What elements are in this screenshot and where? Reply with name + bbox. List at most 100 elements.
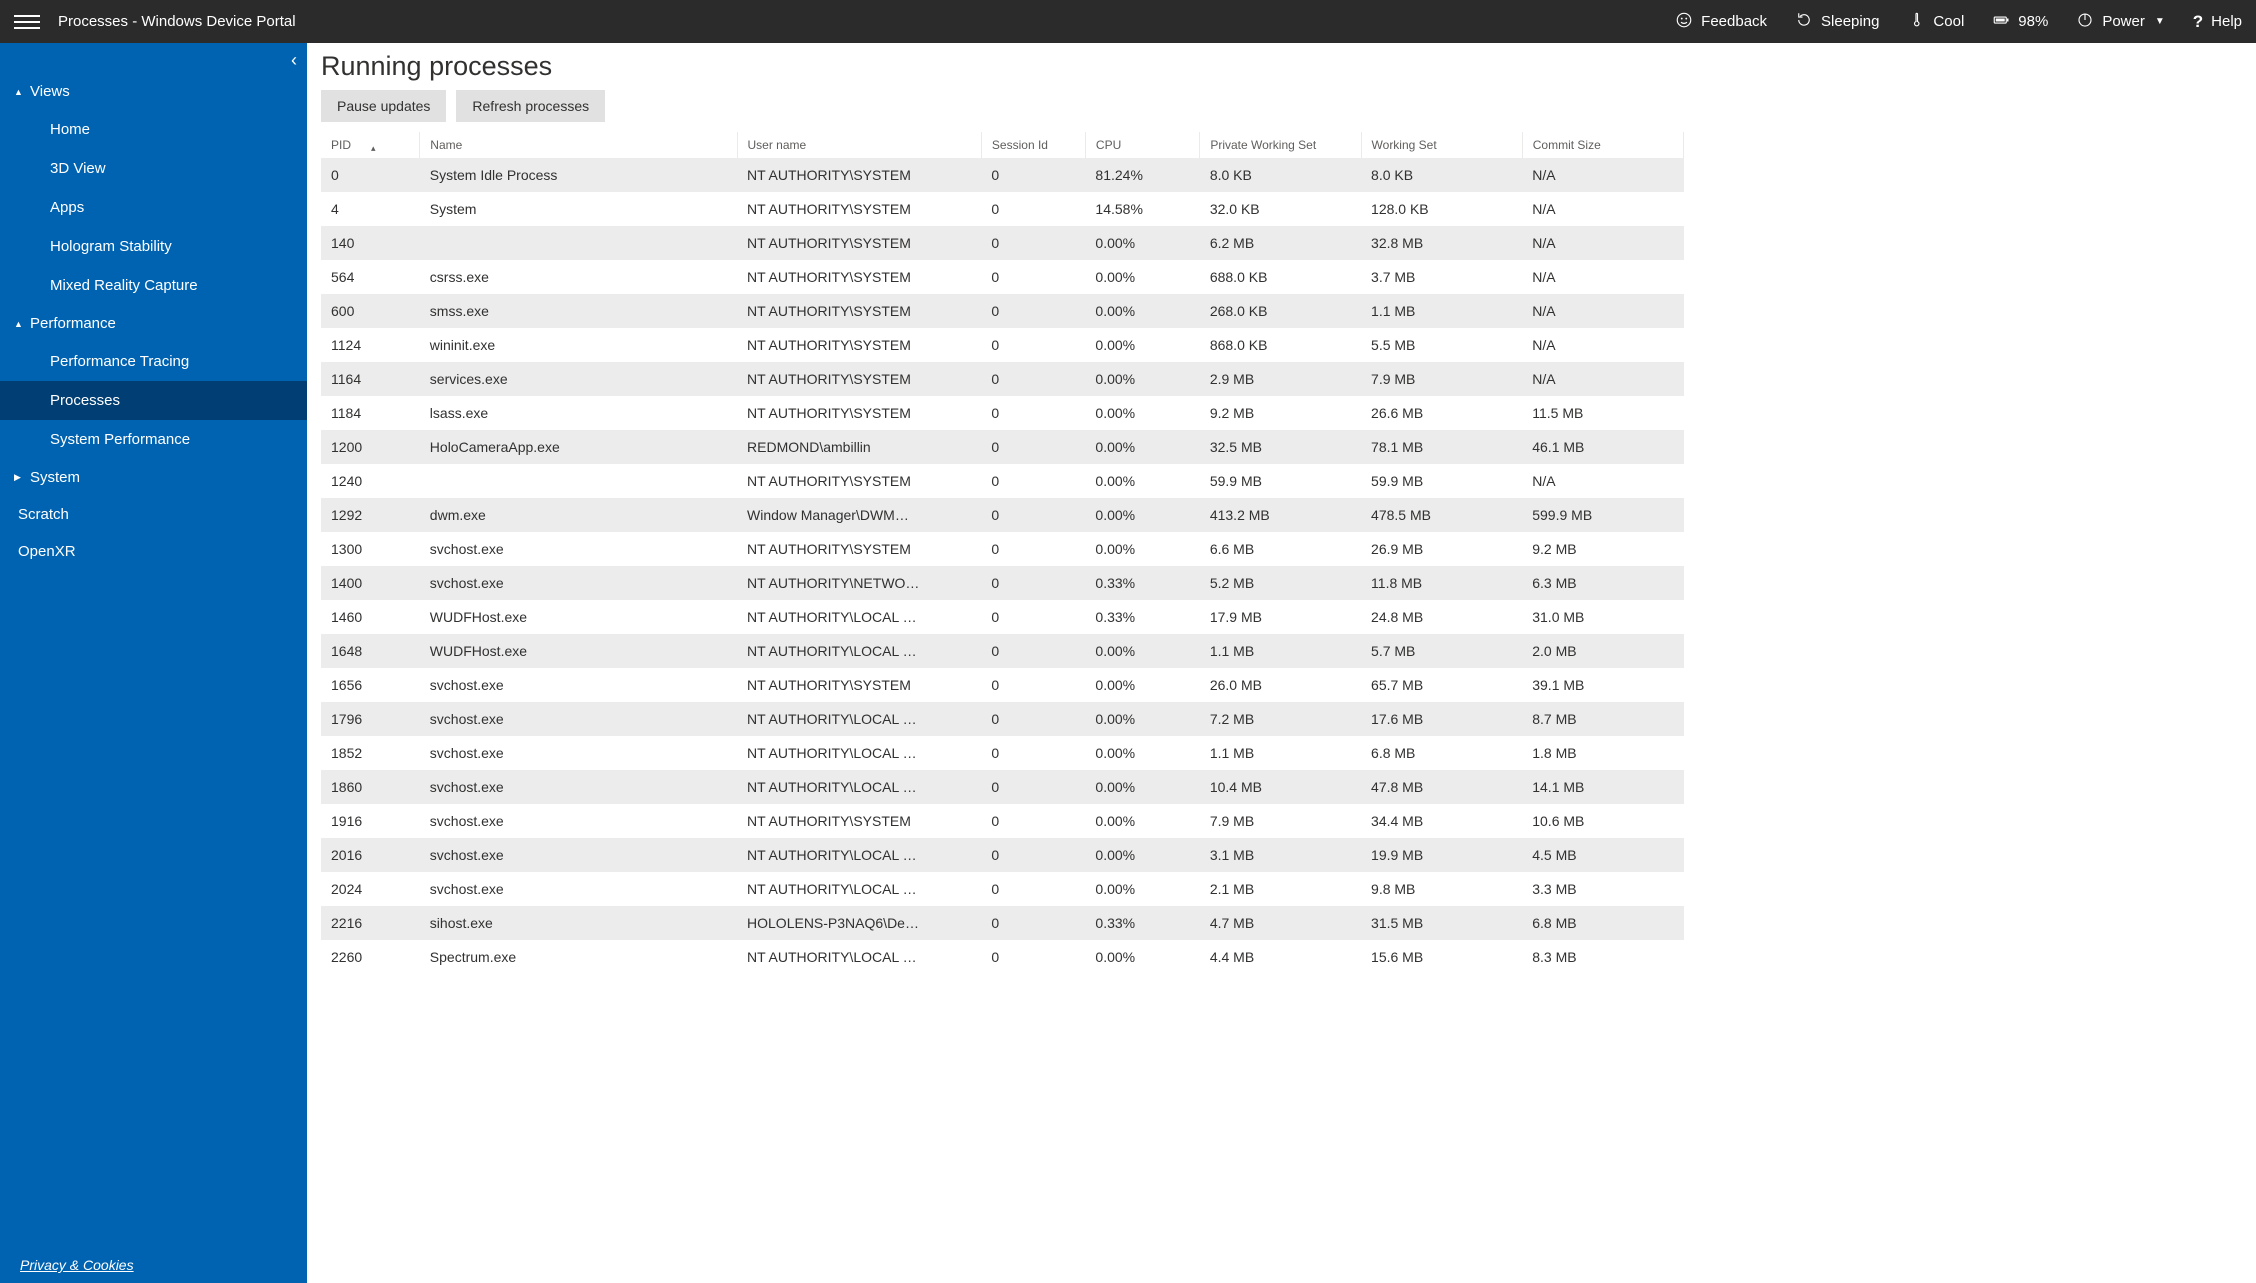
cell-pid: 1300 xyxy=(321,532,420,566)
sidebar-item-performance-tracing[interactable]: Performance Tracing xyxy=(0,342,307,381)
cell-pws: 9.2 MB xyxy=(1200,396,1361,430)
table-row[interactable]: 1648WUDFHost.exeNT AUTHORITY\LOCAL …00.0… xyxy=(321,634,1684,668)
nav-group-views[interactable]: ▲Views xyxy=(0,73,307,110)
cell-user: NT AUTHORITY\LOCAL … xyxy=(737,770,981,804)
cell-ws: 26.9 MB xyxy=(1361,532,1522,566)
cell-pws: 10.4 MB xyxy=(1200,770,1361,804)
battery-label: 98% xyxy=(2018,13,2048,30)
privacy-cookies-link[interactable]: Privacy & Cookies xyxy=(0,1247,307,1283)
cell-name: sihost.exe xyxy=(420,906,737,940)
table-row[interactable]: 1916svchost.exeNT AUTHORITY\SYSTEM00.00%… xyxy=(321,804,1684,838)
cell-name: svchost.exe xyxy=(420,770,737,804)
table-row[interactable]: 2016svchost.exeNT AUTHORITY\LOCAL …00.00… xyxy=(321,838,1684,872)
nav-group-performance[interactable]: ▲Performance xyxy=(0,305,307,342)
table-row[interactable]: 1184lsass.exeNT AUTHORITY\SYSTEM00.00%9.… xyxy=(321,396,1684,430)
nav-group-label: System xyxy=(30,469,80,486)
table-row[interactable]: 1292dwm.exeWindow Manager\DWM…00.00%413.… xyxy=(321,498,1684,532)
refresh-processes-button[interactable]: Refresh processes xyxy=(456,90,605,122)
process-table-scroll[interactable]: PIDNameUser nameSession IdCPUPrivate Wor… xyxy=(321,132,2256,1283)
sidebar-item-openxr[interactable]: OpenXR xyxy=(0,533,307,570)
cell-ws: 15.6 MB xyxy=(1361,940,1522,974)
triangle-down-icon: ▲ xyxy=(14,319,26,329)
column-header-working-set[interactable]: Working Set xyxy=(1361,132,1522,158)
column-header-session-id[interactable]: Session Id xyxy=(981,132,1085,158)
table-row[interactable]: 1852svchost.exeNT AUTHORITY\LOCAL …00.00… xyxy=(321,736,1684,770)
sidebar-item-3d-view[interactable]: 3D View xyxy=(0,149,307,188)
sidebar-item-apps[interactable]: Apps xyxy=(0,188,307,227)
power-icon xyxy=(2076,11,2094,33)
feedback-button[interactable]: Feedback xyxy=(1675,11,1767,33)
column-header-private-working-set[interactable]: Private Working Set xyxy=(1200,132,1361,158)
cell-commit: 2.0 MB xyxy=(1522,634,1683,668)
table-row[interactable]: 1240NT AUTHORITY\SYSTEM00.00%59.9 MB59.9… xyxy=(321,464,1684,498)
table-row[interactable]: 1200HoloCameraApp.exeREDMOND\ambillin00.… xyxy=(321,430,1684,464)
cell-ws: 3.7 MB xyxy=(1361,260,1522,294)
cell-user: NT AUTHORITY\SYSTEM xyxy=(737,328,981,362)
hamburger-menu-icon[interactable] xyxy=(14,9,40,35)
cell-name: svchost.exe xyxy=(420,532,737,566)
sidebar-item-home[interactable]: Home xyxy=(0,110,307,149)
table-row[interactable]: 564csrss.exeNT AUTHORITY\SYSTEM00.00%688… xyxy=(321,260,1684,294)
cell-pws: 7.9 MB xyxy=(1200,804,1361,838)
sleeping-status[interactable]: Sleeping xyxy=(1795,11,1879,33)
table-row[interactable]: 1656svchost.exeNT AUTHORITY\SYSTEM00.00%… xyxy=(321,668,1684,702)
cell-user: NT AUTHORITY\SYSTEM xyxy=(737,260,981,294)
cell-cpu: 0.00% xyxy=(1085,940,1199,974)
column-header-commit-size[interactable]: Commit Size xyxy=(1522,132,1683,158)
battery-status[interactable]: 98% xyxy=(1992,11,2048,33)
table-row[interactable]: 1400svchost.exeNT AUTHORITY\NETWO…00.33%… xyxy=(321,566,1684,600)
cell-name: svchost.exe xyxy=(420,872,737,906)
cell-pws: 59.9 MB xyxy=(1200,464,1361,498)
sidebar-item-mixed-reality-capture[interactable]: Mixed Reality Capture xyxy=(0,266,307,305)
cell-name: svchost.exe xyxy=(420,804,737,838)
table-row[interactable]: 0System Idle ProcessNT AUTHORITY\SYSTEM0… xyxy=(321,158,1684,192)
table-row[interactable]: 2024svchost.exeNT AUTHORITY\LOCAL …00.00… xyxy=(321,872,1684,906)
table-row[interactable]: 2216sihost.exeHOLOLENS-P3NAQ6\De…00.33%4… xyxy=(321,906,1684,940)
table-row[interactable]: 1124wininit.exeNT AUTHORITY\SYSTEM00.00%… xyxy=(321,328,1684,362)
table-row[interactable]: 1164services.exeNT AUTHORITY\SYSTEM00.00… xyxy=(321,362,1684,396)
collapse-sidebar-icon[interactable]: ‹ xyxy=(291,51,297,69)
table-row[interactable]: 1460WUDFHost.exeNT AUTHORITY\LOCAL …00.3… xyxy=(321,600,1684,634)
help-button[interactable]: ? Help xyxy=(2193,12,2242,32)
help-label: Help xyxy=(2211,13,2242,30)
table-row[interactable]: 4SystemNT AUTHORITY\SYSTEM014.58%32.0 KB… xyxy=(321,192,1684,226)
cell-cpu: 0.00% xyxy=(1085,226,1199,260)
cell-name: svchost.exe xyxy=(420,838,737,872)
cell-user: NT AUTHORITY\LOCAL … xyxy=(737,634,981,668)
cell-session: 0 xyxy=(981,566,1085,600)
cell-pid: 1460 xyxy=(321,600,420,634)
table-row[interactable]: 2260Spectrum.exeNT AUTHORITY\LOCAL …00.0… xyxy=(321,940,1684,974)
sidebar-item-scratch[interactable]: Scratch xyxy=(0,496,307,533)
cell-commit: N/A xyxy=(1522,328,1683,362)
pause-updates-button[interactable]: Pause updates xyxy=(321,90,446,122)
power-dropdown[interactable]: Power ▼ xyxy=(2076,11,2164,33)
table-row[interactable]: 1796svchost.exeNT AUTHORITY\LOCAL …00.00… xyxy=(321,702,1684,736)
cell-pid: 1656 xyxy=(321,668,420,702)
cell-name: svchost.exe xyxy=(420,566,737,600)
column-header-user-name[interactable]: User name xyxy=(737,132,981,158)
sidebar-item-system-performance[interactable]: System Performance xyxy=(0,420,307,459)
cell-name: dwm.exe xyxy=(420,498,737,532)
table-row[interactable]: 1300svchost.exeNT AUTHORITY\SYSTEM00.00%… xyxy=(321,532,1684,566)
cell-session: 0 xyxy=(981,396,1085,430)
table-row[interactable]: 600smss.exeNT AUTHORITY\SYSTEM00.00%268.… xyxy=(321,294,1684,328)
cell-ws: 9.8 MB xyxy=(1361,872,1522,906)
cell-cpu: 0.00% xyxy=(1085,498,1199,532)
column-header-name[interactable]: Name xyxy=(420,132,737,158)
cell-user: NT AUTHORITY\SYSTEM xyxy=(737,294,981,328)
table-row[interactable]: 1860svchost.exeNT AUTHORITY\LOCAL …00.00… xyxy=(321,770,1684,804)
thermal-status[interactable]: Cool xyxy=(1907,11,1964,33)
column-header-pid[interactable]: PID xyxy=(321,132,420,158)
cell-name: System Idle Process xyxy=(420,158,737,192)
cell-pid: 1124 xyxy=(321,328,420,362)
column-header-cpu[interactable]: CPU xyxy=(1085,132,1199,158)
cell-name: HoloCameraApp.exe xyxy=(420,430,737,464)
cell-ws: 128.0 KB xyxy=(1361,192,1522,226)
cell-commit: 14.1 MB xyxy=(1522,770,1683,804)
sidebar-item-processes[interactable]: Processes xyxy=(0,381,307,420)
nav-group-system[interactable]: ▶System xyxy=(0,459,307,496)
sidebar-item-hologram-stability[interactable]: Hologram Stability xyxy=(0,227,307,266)
table-row[interactable]: 140NT AUTHORITY\SYSTEM00.00%6.2 MB32.8 M… xyxy=(321,226,1684,260)
cell-name: WUDFHost.exe xyxy=(420,600,737,634)
cell-ws: 8.0 KB xyxy=(1361,158,1522,192)
